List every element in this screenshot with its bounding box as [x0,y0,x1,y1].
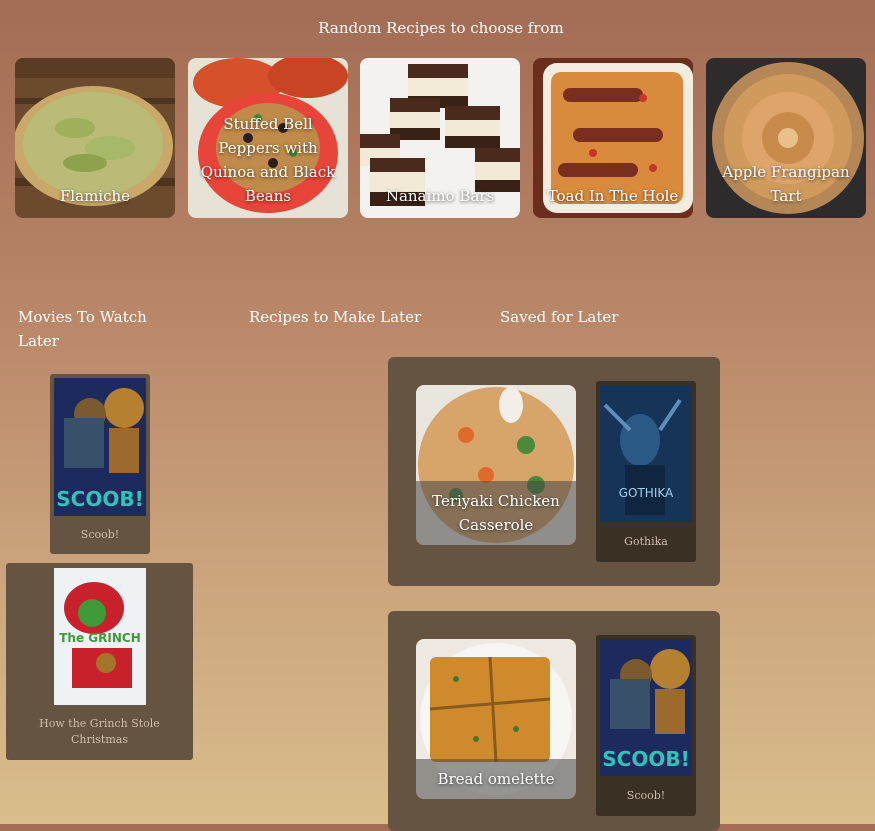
recipe-title: Bread omelette [437,770,555,788]
movie-poster: The GRINCH [54,568,146,705]
page-title: Random Recipes to choose from [318,19,564,37]
movie-poster: SCOOB! [600,639,692,776]
movie-poster: GOTHIKA [600,385,692,522]
recipes-section-heading: Recipes to Make Later [249,308,422,326]
recipe-title: Nanaimo Bars [385,187,495,205]
recipe-title: Toad In The Hole [547,187,679,205]
recipe-card-stuffed-peppers[interactable]: Stuffed Bell Peppers with Quinoa and Bla… [188,58,348,218]
recipe-card-flamiche[interactable]: Flamiche [15,58,175,218]
movies-section-heading: Movies To Watch Later [18,308,147,350]
poster-title-text: SCOOB! [602,747,689,771]
poster-title-text: GOTHIKA [619,486,674,500]
saved-movie-card-scoob[interactable]: SCOOB! Scoob! [596,635,696,816]
movie-title: How the Grinch Stole Christmas [39,717,160,746]
saved-movie-card-gothika[interactable]: GOTHIKA Gothika [596,381,696,562]
recipe-title: Apple Frangipan Tart [722,163,850,205]
movie-title: Gothika [624,535,668,548]
poster-title-text: SCOOB! [56,487,143,511]
recipe-title: Flamiche [59,187,131,205]
movie-card-grinch[interactable]: The GRINCH How the Grinch Stole Christma… [6,563,193,760]
saved-recipe-card-teriyaki[interactable]: Teriyaki Chicken Casserole [416,385,576,545]
poster-title-text: The GRINCH [59,631,141,645]
recipe-card-nanaimo-bars[interactable]: Nanaimo Bars [360,58,520,218]
movie-card-scoob[interactable]: SCOOB! Scoob! [50,374,150,554]
recipe-title: Stuffed Bell Peppers with Quinoa and Bla… [200,115,336,205]
movie-title: Scoob! [626,789,666,802]
saved-item-panel: Teriyaki Chicken Casserole GOTHIKA Gothi… [388,357,720,586]
recipe-card-apple-frangipan-tart[interactable]: Apple Frangipan Tart [706,58,866,218]
saved-recipe-card-bread-omelette[interactable]: Bread omelette [416,639,576,799]
movie-title: Scoob! [80,528,120,541]
recipe-card-toad-in-the-hole[interactable]: Toad In The Hole [533,58,693,218]
movie-poster: SCOOB! [54,378,146,516]
saved-section-heading: Saved for Later [500,308,619,326]
recipe-title: Teriyaki Chicken Casserole [432,492,560,534]
saved-item-panel: Bread omelette SCOOB! Scoob! [388,611,720,831]
